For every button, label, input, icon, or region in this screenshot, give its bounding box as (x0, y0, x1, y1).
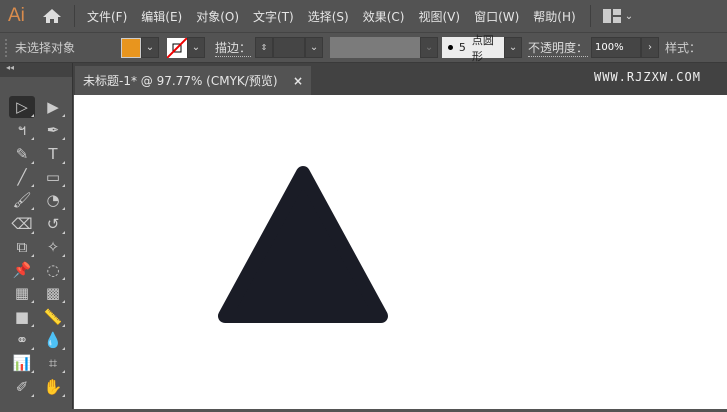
tools-panel: ◂◂ ▷ ▶ ฯ ✒ ✎ T ╱ ▭ 🖌 ◔ ⌫ ↺ ⧉ ✧ 📌 ◌ ▦ ▩ ■ 📏 ⚭ 💧 📊 ⌗ ✐ ✋ (0, 63, 73, 409)
control-bar: 未选择对象 ⌄ ⌄ 描边： ⇕ ⌄ ⌄ 5 点圆形 ⌄ 不透明度： 100% › … (0, 32, 727, 63)
artwork (218, 166, 388, 323)
stroke-weight-stepper[interactable]: ⇕ (255, 37, 274, 58)
menu-file[interactable]: 文件(F) (87, 8, 127, 25)
rotate-tool[interactable]: ↺ (40, 213, 66, 235)
stroke-swatch-none[interactable] (167, 37, 187, 58)
style-label[interactable]: 样式： (665, 39, 701, 56)
triangle[interactable] (218, 166, 388, 323)
menu-select[interactable]: 选择(S) (308, 8, 349, 25)
stroke-weight-input[interactable] (273, 37, 306, 58)
gradient-tool[interactable]: ■ (9, 306, 35, 328)
paintbrush-tool[interactable]: 🖌 (9, 189, 35, 211)
line-tool[interactable]: ╱ (9, 166, 35, 188)
document-tab[interactable]: 未标题-1* @ 97.77% (CMYK/预览) × (75, 66, 311, 95)
close-tab-icon[interactable]: × (293, 74, 303, 88)
type-tool[interactable]: T (40, 143, 66, 165)
stroke-label[interactable]: 描边： (215, 39, 252, 57)
eraser-tool[interactable]: ⌫ (9, 213, 35, 235)
pen-tool[interactable]: ✒ (40, 119, 66, 141)
pencil-tool[interactable]: ✐ (9, 376, 35, 398)
fill-swatch[interactable] (121, 37, 141, 58)
menu-object[interactable]: 对象(O) (196, 8, 239, 25)
variable-width-profile[interactable] (330, 37, 421, 58)
direct-selection-tool[interactable]: ▶ (40, 96, 66, 118)
menu-type[interactable]: 文字(T) (253, 8, 294, 25)
selection-status: 未选择对象 (15, 41, 76, 55)
menu-bar: Ai 文件(F) 编辑(E) 对象(O) 文字(T) 选择(S) 效果(C) 视… (0, 0, 727, 32)
artboard-tool[interactable]: ⌗ (40, 352, 66, 374)
brush-dropdown[interactable]: ⌄ (504, 37, 523, 58)
menu-view[interactable]: 视图(V) (418, 8, 460, 25)
app-logo: Ai (8, 5, 25, 26)
opacity-arrow[interactable]: › (641, 37, 660, 58)
rectangle-tool[interactable]: ▭ (40, 166, 66, 188)
menu-edit[interactable]: 编辑(E) (141, 8, 182, 25)
shaper-tool[interactable]: ◔ (40, 189, 66, 211)
puppet-warp-tool[interactable]: ✧ (40, 236, 66, 258)
blend-tool[interactable]: ⚭ (9, 329, 35, 351)
brush-dot-icon (448, 45, 453, 50)
artboard-canvas[interactable] (74, 95, 727, 409)
stroke-dropdown[interactable]: ⌄ (187, 37, 205, 58)
grip-handle[interactable] (5, 38, 7, 57)
lasso-tool[interactable]: ฯ (9, 119, 35, 141)
menu-help[interactable]: 帮助(H) (533, 8, 575, 25)
shape-builder-tool[interactable]: ◌ (40, 259, 66, 281)
document-tab-title: 未标题-1* @ 97.77% (CMYK/预览) (83, 74, 278, 88)
curvature-tool[interactable]: ✎ (9, 143, 35, 165)
stroke-weight-dropdown[interactable]: ⌄ (305, 37, 324, 58)
graph-tool[interactable]: 📊 (9, 352, 35, 374)
profile-dropdown[interactable]: ⌄ (420, 37, 439, 58)
watermark-text: WWW.RJZXW.COM (594, 70, 701, 84)
scale-tool[interactable]: ⧉ (9, 236, 35, 258)
menu-window[interactable]: 窗口(W) (474, 8, 519, 25)
workspace-switcher-icon[interactable]: ⌄ (602, 9, 633, 23)
perspective-grid-tool[interactable]: ▦ (9, 282, 35, 304)
selection-tool[interactable]: ▷ (9, 96, 35, 118)
measure-tool[interactable]: 📏 (40, 306, 66, 328)
opacity-input[interactable]: 100% (591, 37, 642, 58)
eyedropper-tool[interactable]: 💧 (40, 329, 66, 351)
hand-tool[interactable]: ✋ (40, 376, 66, 398)
fill-dropdown[interactable]: ⌄ (141, 37, 159, 58)
opacity-label[interactable]: 不透明度： (528, 39, 589, 57)
home-icon[interactable] (42, 8, 62, 24)
mesh-tool[interactable]: ▩ (40, 282, 66, 304)
collapse-panel-icon[interactable]: ◂◂ (0, 63, 72, 77)
brush-definition[interactable]: 5 点圆形 (442, 34, 505, 63)
pin-tool[interactable]: 📌 (9, 259, 35, 281)
menu-effect[interactable]: 效果(C) (363, 8, 405, 25)
